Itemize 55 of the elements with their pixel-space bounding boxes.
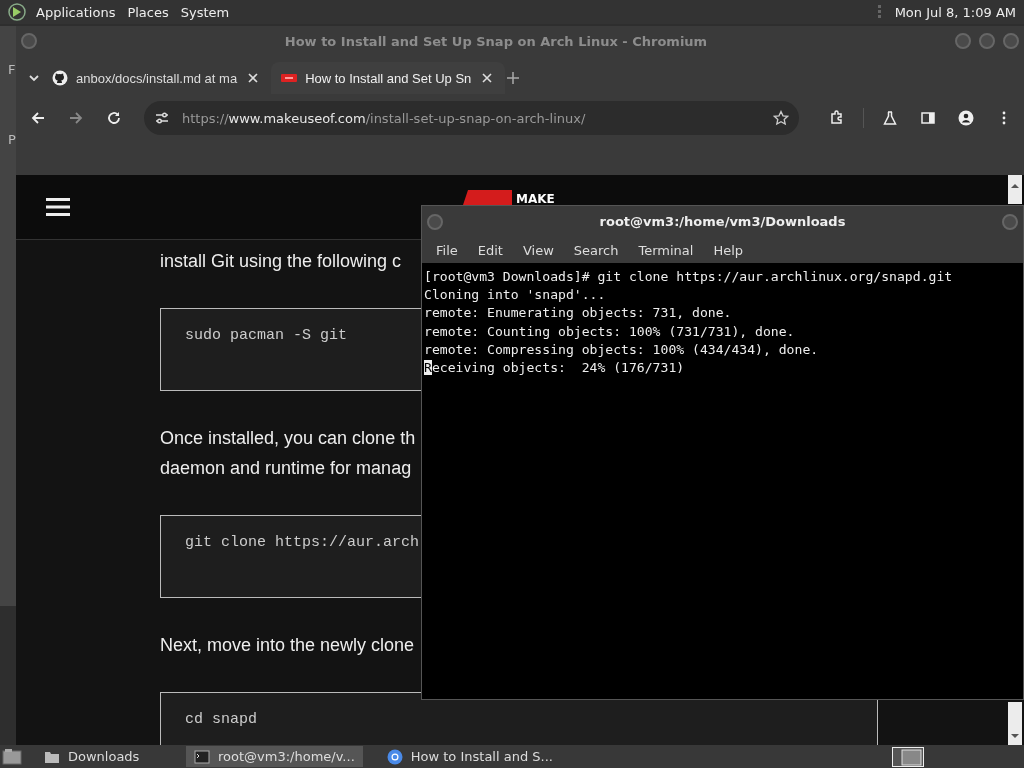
taskbar-item[interactable]: Downloads [36,746,186,767]
tune-icon[interactable] [154,110,170,126]
side-panel-icon [920,110,936,126]
address-bar[interactable]: https://www.makeuseof.com/install-set-up-snap-on-arch-linux/ [144,101,799,135]
menu-item[interactable]: View [512,242,564,258]
article-text: Next, move into the newly clone [160,634,415,657]
code-block: cd snapd [160,692,878,745]
flask-icon [882,110,898,126]
taskbar-item[interactable]: How to Install and S... [378,746,561,767]
menu-item[interactable]: Search [563,242,629,258]
window-text: F [7,62,16,77]
drag-handle-icon [877,5,881,19]
new-tab-icon[interactable] [505,70,522,86]
terminal-icon [194,748,210,765]
menu-item[interactable]: Edit [467,242,513,258]
clock-text[interactable]: Mon Jul 8, 1:09 AM [890,4,1024,20]
terminal-line: remote: Compressing objects: 100% (434/434), done. [424,340,820,359]
taskbar-label: root@vm3:/home/v... [218,749,355,764]
tab-title: How to Install and Set Up Sn [305,70,472,86]
article-text: install Git using the following c [160,250,402,273]
window-title: How to Install and Set Up Snap on Arch Linux - Chromium [283,33,709,49]
distro-logo-icon[interactable] [8,3,26,21]
browser-icon [386,748,403,765]
workspace-switcher[interactable] [892,746,924,767]
menu-icon[interactable] [46,197,70,217]
panel-menu[interactable]: Applications [30,4,122,20]
tab-title: anbox/docs/install.md at ma [76,70,238,86]
article-text: Once installed, you can clone th [160,427,416,450]
terminal-line: remote: Counting objects: 100% (731/731), done. [424,322,796,341]
profile-icon [958,110,974,126]
back-icon [30,110,46,126]
show-desktop-icon[interactable] [2,747,22,766]
menu-item[interactable]: Help [703,242,754,258]
article-text: daemon and runtime for manag [160,457,412,480]
url-text: https://www.makeuseof.com/install-set-up-snap-on-arch-linux/ [182,110,587,126]
menu-item[interactable]: File [426,242,468,258]
panel-menu[interactable]: Places [121,4,175,20]
forward-icon [68,110,84,126]
taskbar-label: How to Install and S... [410,749,553,764]
panel-menu[interactable]: System [174,4,236,20]
browser-tab[interactable]: anbox/docs/install.md at ma [42,62,272,94]
site-logo-text[interactable]: MAKE [516,192,555,206]
terminal-line: [root@vm3 Downloads]# git clone https://aur.archlinux.org/snapd.git [424,268,954,286]
reload-icon [106,110,122,126]
window-title: root@vm3:/home/vm3/Downloads [598,214,847,229]
browser-tab[interactable]: How to Install and Set Up Sn [271,62,506,94]
menu-item[interactable]: Terminal [628,242,704,258]
github-favicon-icon [52,70,68,86]
taskbar-label: Downloads [68,749,140,764]
star-icon[interactable] [773,110,789,126]
extensions-icon [829,110,845,126]
scroll-up-button[interactable] [1008,175,1022,204]
window-text: P [7,132,16,147]
terminal-line: Cloning into 'snapd'... [424,286,607,305]
taskbar-item[interactable]: root@vm3:/home/v... [186,746,363,767]
